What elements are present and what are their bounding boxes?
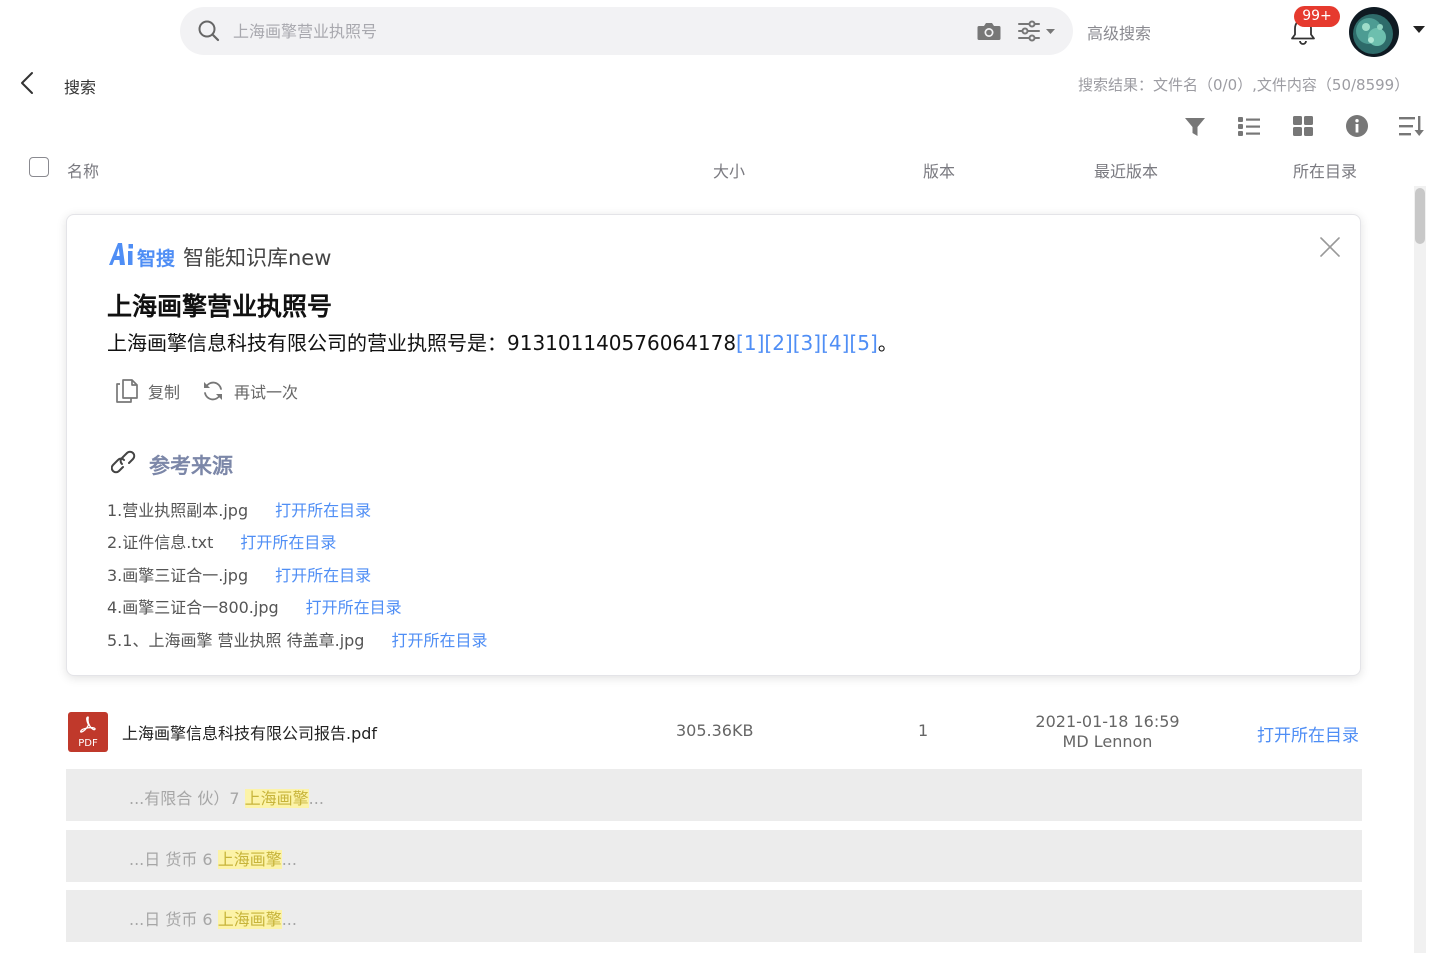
citation-link[interactable]: [1] [736, 331, 764, 355]
retry-label: 再试一次 [234, 383, 299, 402]
sort-icon[interactable] [1398, 115, 1426, 137]
snippet-after: ... [281, 910, 297, 929]
reference-item: 5.1、上海画擎 营业执照 待盖章.jpg 打开所在目录 [107, 627, 487, 651]
reference-name[interactable]: 1.营业执照副本.jpg [107, 497, 248, 521]
camera-icon[interactable] [976, 19, 1002, 43]
snippet-before: ...有限合 伙）7 [129, 789, 245, 808]
ai-query: 上海画擎营业执照号 [107, 292, 333, 321]
snippet-text: ...日 货币 6 上海画擎... [129, 846, 297, 870]
ai-logo-icon [108, 242, 136, 266]
snippet-text: ...日 货币 6 上海画擎... [129, 906, 297, 930]
notification-badge: 99+ [1294, 6, 1340, 27]
file-name[interactable]: 上海画擎信息科技有限公司报告.pdf [122, 720, 377, 744]
content-snippet[interactable]: ...日 货币 6 上海画擎... [66, 830, 1362, 882]
reference-item: 4.画擎三证合一800.jpg 打开所在目录 [107, 594, 402, 618]
filter-icon[interactable] [1184, 116, 1206, 138]
snippet-before: ...日 货币 6 [129, 850, 218, 869]
content-snippet[interactable]: ...有限合 伙）7 上海画擎... [66, 769, 1362, 821]
scrollbar-thumb[interactable] [1415, 188, 1425, 244]
reference-name[interactable]: 5.1、上海画擎 营业执照 待盖章.jpg [107, 627, 364, 651]
copy-label: 复制 [148, 383, 181, 402]
open-directory-link[interactable]: 打开所在目录 [275, 497, 371, 521]
avatar[interactable] [1349, 7, 1399, 57]
pdf-icon-label: PDF [78, 738, 98, 749]
file-author: MD Lennon [1062, 732, 1153, 751]
reference-name[interactable]: 2.证件信息.txt [107, 529, 213, 553]
file-date: 2021-01-18 16:59 [1035, 712, 1180, 731]
file-size: 305.36KB [676, 721, 754, 740]
snippet-before: ...日 货币 6 [129, 910, 218, 929]
select-all-checkbox[interactable] [29, 157, 49, 177]
reference-item: 2.证件信息.txt 打开所在目录 [107, 529, 336, 553]
advanced-search-link[interactable]: 高级搜索 [1087, 20, 1151, 44]
link-icon [111, 450, 141, 480]
list-view-icon[interactable] [1237, 115, 1261, 137]
close-icon[interactable] [1319, 236, 1341, 258]
ai-answer-text: 上海画擎信息科技有限公司的营业执照号是：913101140576064178 [107, 331, 737, 355]
open-directory-link[interactable]: 打开所在目录 [275, 562, 371, 586]
column-header-directory[interactable]: 所在目录 [1293, 158, 1357, 182]
open-directory-link[interactable]: 打开所在目录 [391, 627, 487, 651]
column-header-name[interactable]: 名称 [67, 158, 99, 182]
snippet-after: ... [281, 850, 297, 869]
open-directory-link[interactable]: 打开所在目录 [1257, 721, 1359, 746]
references-title: 参考来源 [149, 454, 233, 478]
citation-link[interactable]: [5] [849, 331, 877, 355]
column-header-size[interactable]: 大小 [713, 158, 745, 182]
page-title: 搜索 [64, 78, 97, 97]
reference-item: 3.画擎三证合一.jpg 打开所在目录 [107, 562, 371, 586]
open-directory-link[interactable]: 打开所在目录 [240, 529, 336, 553]
search-input[interactable] [233, 14, 933, 48]
copy-icon [116, 379, 138, 403]
citation-link[interactable]: [2] [764, 331, 792, 355]
scrollbar-track[interactable] [1414, 186, 1426, 953]
open-directory-link[interactable]: 打开所在目录 [306, 594, 402, 618]
search-icon[interactable] [197, 19, 221, 43]
sliders-icon[interactable] [1017, 20, 1057, 42]
retry-button[interactable]: 再试一次 [202, 379, 298, 403]
ai-answer-end: 。 [877, 331, 898, 355]
column-header-version[interactable]: 版本 [923, 158, 955, 182]
pdf-icon[interactable]: PDF [68, 712, 108, 752]
reference-name[interactable]: 4.画擎三证合一800.jpg [107, 594, 279, 618]
chevron-down-icon[interactable] [1413, 26, 1425, 34]
result-summary: 搜索结果：文件名（0/0）,文件内容（50/8599） [1078, 76, 1410, 94]
snippet-highlight: 上海画擎 [217, 910, 282, 929]
citation-link[interactable]: [3] [793, 331, 821, 355]
file-latest-version: 2021-01-18 16:59 MD Lennon [1030, 712, 1185, 752]
info-icon[interactable] [1346, 115, 1368, 137]
ai-answer: 上海画擎信息科技有限公司的营业执照号是：913101140576064178[1… [107, 327, 898, 356]
file-version: 1 [918, 721, 929, 740]
citation-link[interactable]: [4] [821, 331, 849, 355]
snippet-highlight: 上海画擎 [244, 789, 309, 808]
reference-item: 1.营业执照副本.jpg 打开所在目录 [107, 497, 371, 521]
references-heading: 参考来源 [111, 450, 233, 480]
snippet-highlight: 上海画擎 [217, 850, 282, 869]
back-icon[interactable] [18, 71, 38, 95]
column-header-latest-version[interactable]: 最近版本 [1094, 158, 1158, 182]
copy-button[interactable]: 复制 [116, 379, 180, 403]
grid-view-icon[interactable] [1293, 116, 1313, 136]
reference-name[interactable]: 3.画擎三证合一.jpg [107, 562, 248, 586]
snippet-text: ...有限合 伙）7 上海画擎... [129, 785, 324, 809]
snippet-after: ... [308, 789, 324, 808]
refresh-icon [202, 380, 224, 402]
ai-product-name: 智能知识库new [183, 246, 332, 270]
ai-brand: 智搜 [137, 248, 176, 270]
content-snippet[interactable]: ...日 货币 6 上海画擎... [66, 890, 1362, 942]
